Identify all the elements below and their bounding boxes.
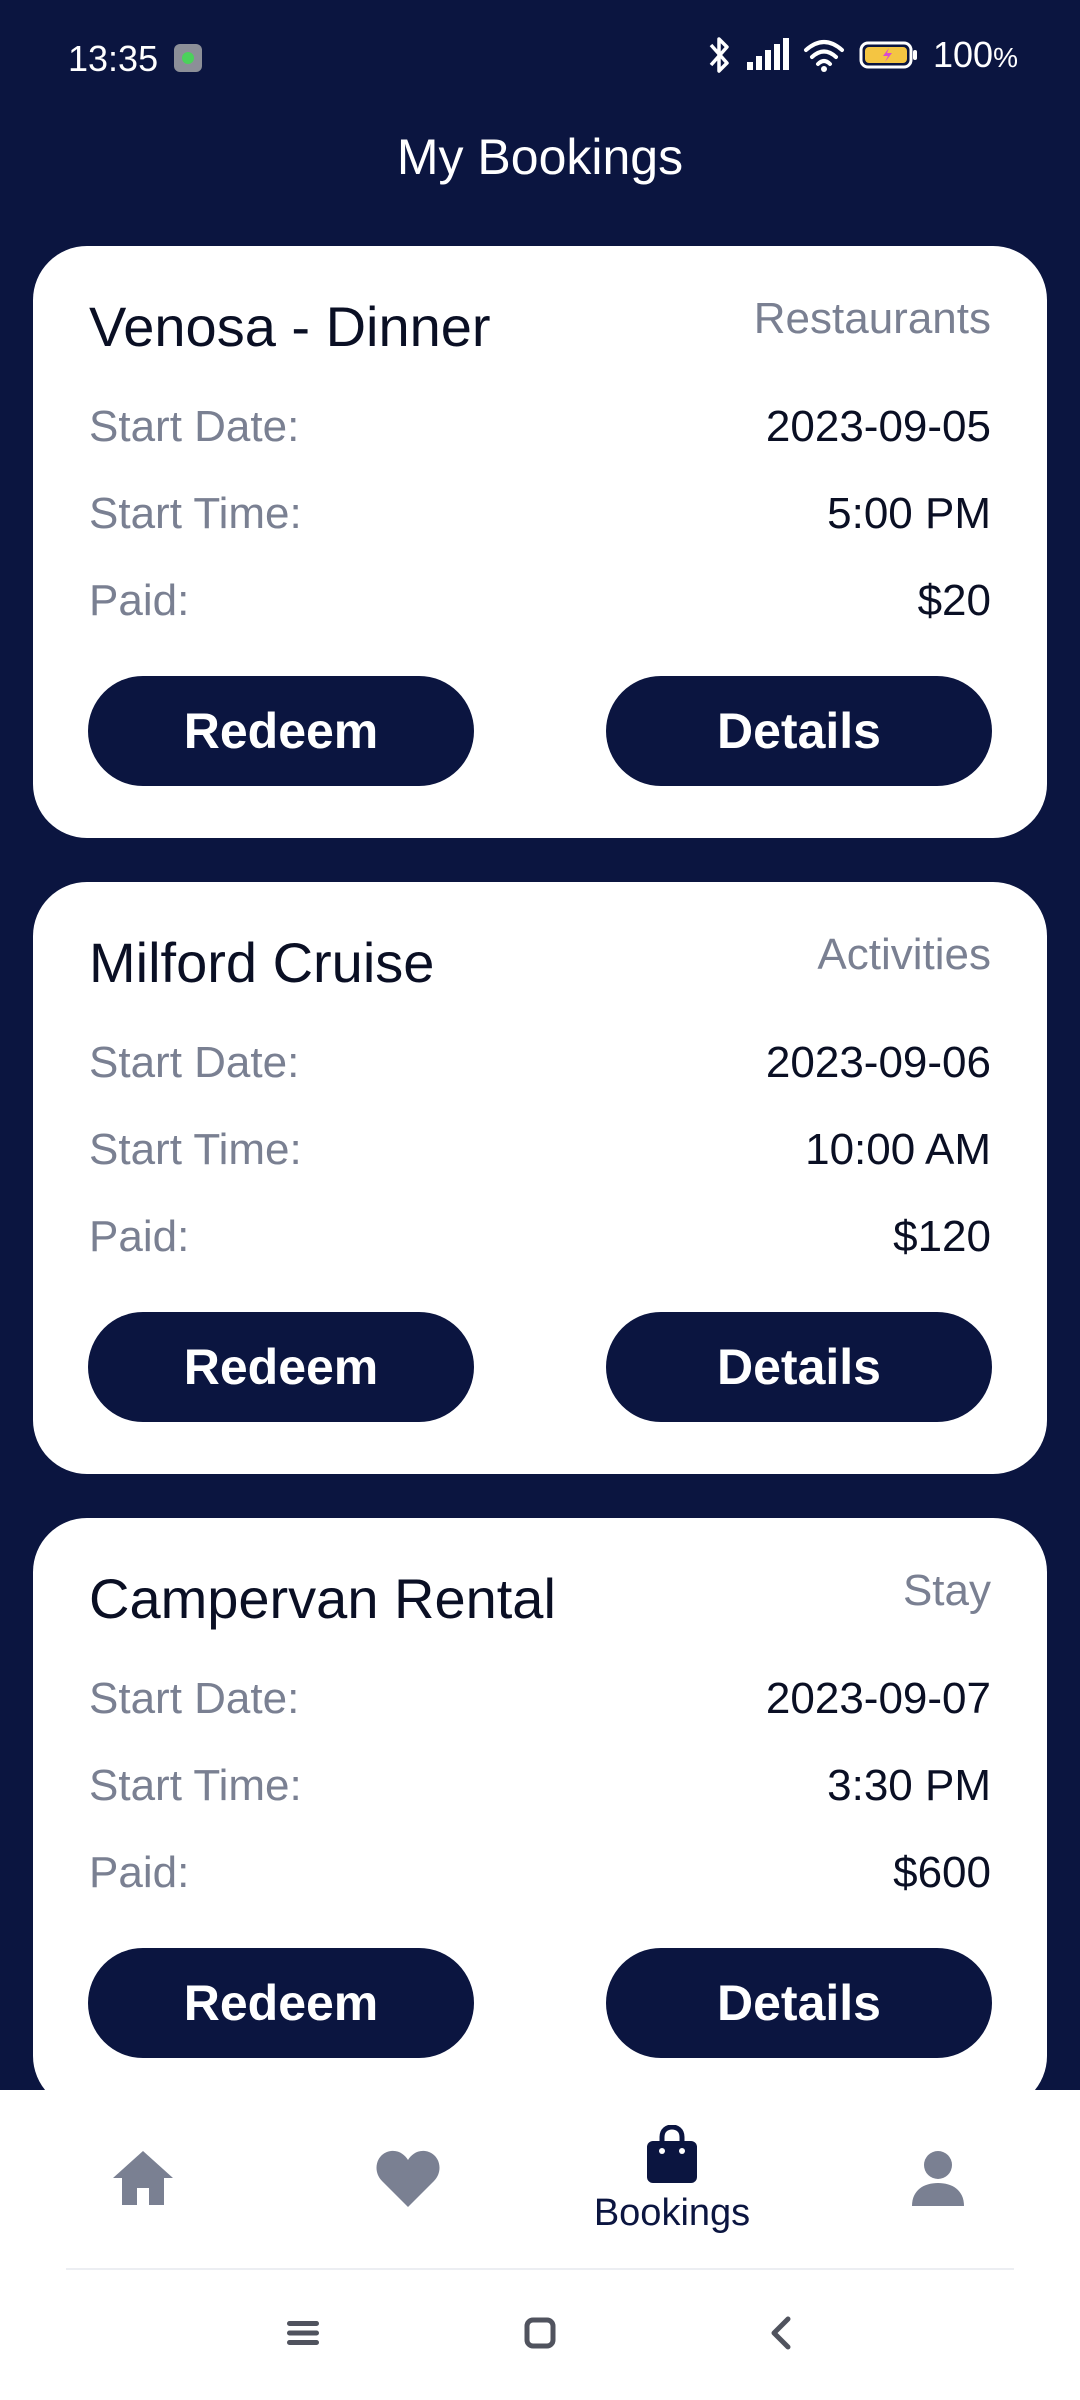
home-button[interactable] <box>517 2312 563 2358</box>
battery-icon <box>859 40 919 70</box>
start-time-label: Start Time: <box>89 1761 302 1810</box>
page-title: My Bookings <box>396 129 684 185</box>
start-date-row: Start Date: 2023-09-05 <box>89 402 991 462</box>
recent-apps-button[interactable] <box>280 2312 326 2358</box>
back-button[interactable] <box>758 2312 804 2358</box>
paid-value: $120 <box>893 1212 991 1261</box>
home-icon <box>110 2148 176 2213</box>
nav-home[interactable] <box>43 2090 243 2270</box>
redeem-button[interactable]: Redeem <box>88 1948 474 2058</box>
signal-icon <box>745 38 790 72</box>
paid-value: $600 <box>893 1848 991 1897</box>
booking-category: Stay <box>902 1566 991 1615</box>
menu-icon <box>285 2318 321 2353</box>
paid-label: Paid: <box>89 1212 190 1261</box>
paid-row: Paid: $120 <box>89 1212 991 1272</box>
paid-label: Paid: <box>89 576 190 625</box>
details-button[interactable]: Details <box>606 676 992 786</box>
nav-bookings[interactable]: Bookings <box>572 2090 772 2270</box>
paid-value: $20 <box>917 576 991 625</box>
booking-category: Restaurants <box>753 294 991 343</box>
bookings-list[interactable]: Venosa - Dinner Restaurants Start Date: … <box>33 246 1047 2154</box>
start-time-row: Start Time: 5:00 PM <box>89 489 991 549</box>
start-time-row: Start Time: 3:30 PM <box>89 1761 991 1821</box>
booking-card: Milford Cruise Activities Start Date: 20… <box>33 882 1047 1474</box>
start-time-value: 5:00 PM <box>827 489 991 538</box>
start-date-value: 2023-09-06 <box>765 1038 991 1087</box>
start-time-row: Start Time: 10:00 AM <box>89 1125 991 1185</box>
bottom-nav: Bookings <box>0 2090 1080 2270</box>
square-icon <box>523 2316 557 2355</box>
wifi-icon <box>803 38 845 72</box>
booking-category: Activities <box>817 930 991 979</box>
chevron-left-icon <box>768 2315 794 2356</box>
start-time-label: Start Time: <box>89 1125 302 1174</box>
redeem-button[interactable]: Redeem <box>88 1312 474 1422</box>
start-date-value: 2023-09-07 <box>765 1674 991 1723</box>
start-date-label: Start Date: <box>89 1674 300 1723</box>
start-time-label: Start Time: <box>89 489 302 538</box>
person-icon <box>908 2148 968 2213</box>
bluetooth-icon <box>707 35 731 75</box>
start-date-label: Start Date: <box>89 1038 300 1087</box>
booking-card: Campervan Rental Stay Start Date: 2023-0… <box>33 1518 1047 2110</box>
shopping-bag-icon <box>644 2124 700 2190</box>
start-date-label: Start Date: <box>89 402 300 451</box>
start-time-value: 3:30 PM <box>827 1761 991 1810</box>
paid-row: Paid: $20 <box>89 576 991 636</box>
system-navigation-bar <box>0 2270 1080 2400</box>
status-time: 13:35 <box>68 38 159 79</box>
nav-bookings-label: Bookings <box>593 2192 751 2234</box>
notification-app-icon <box>174 44 202 72</box>
redeem-button[interactable]: Redeem <box>88 676 474 786</box>
booking-title: Campervan Rental <box>89 1567 556 1630</box>
start-date-value: 2023-09-05 <box>765 402 991 451</box>
status-icons: 100% <box>707 34 1018 76</box>
booking-title: Milford Cruise <box>89 931 435 994</box>
booking-card: Venosa - Dinner Restaurants Start Date: … <box>33 246 1047 838</box>
booking-title: Venosa - Dinner <box>89 295 491 358</box>
paid-row: Paid: $600 <box>89 1848 991 1908</box>
nav-favorites[interactable] <box>308 2090 508 2270</box>
heart-icon <box>374 2147 442 2214</box>
start-date-row: Start Date: 2023-09-07 <box>89 1674 991 1734</box>
status-bar: 13:35 100% <box>0 0 1080 118</box>
start-time-value: 10:00 AM <box>805 1125 991 1174</box>
nav-profile[interactable] <box>838 2090 1038 2270</box>
details-button[interactable]: Details <box>606 1312 992 1422</box>
details-button[interactable]: Details <box>606 1948 992 2058</box>
start-date-row: Start Date: 2023-09-06 <box>89 1038 991 1098</box>
battery-percentage: 100% <box>933 34 1018 75</box>
paid-label: Paid: <box>89 1848 190 1897</box>
